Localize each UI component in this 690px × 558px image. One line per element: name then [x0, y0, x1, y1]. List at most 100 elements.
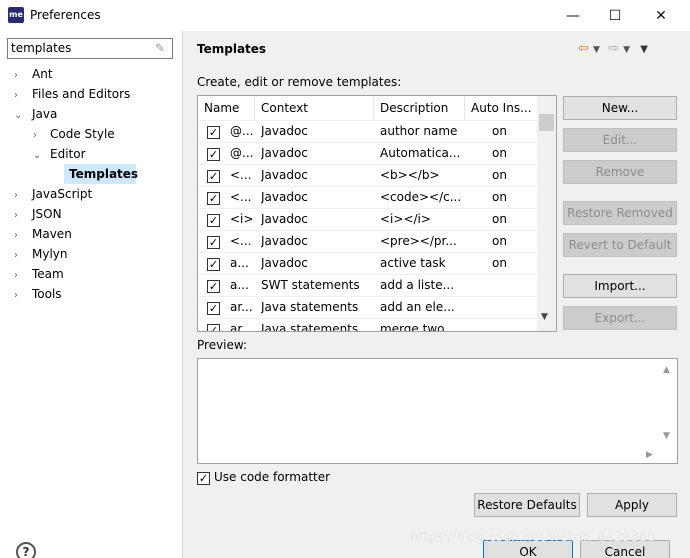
table-scrollbar[interactable]	[537, 96, 556, 331]
cell-context: Javadoc	[261, 212, 308, 226]
maximize-button[interactable]: ☐	[592, 0, 638, 31]
filter-input[interactable]: templates	[7, 38, 173, 59]
help-icon[interactable]: ?	[16, 542, 36, 558]
column-header-context[interactable]: Context	[255, 96, 374, 120]
minimize-button[interactable]: —	[550, 0, 596, 31]
templates-table[interactable]: Name Context Description Auto Ins... ✓ @.…	[197, 95, 557, 332]
tree-item-label: Editor	[50, 147, 86, 161]
tree-item-label: Templates	[69, 167, 139, 181]
cell-description: author name	[380, 124, 458, 138]
tree-item-files-and-editors[interactable]: › Files and Editors	[14, 84, 130, 104]
cell-name: a...	[230, 256, 249, 270]
tree-item-java[interactable]: ⌄ Java	[14, 104, 57, 124]
table-row[interactable]: ✓ <... Javadoc <b></b> on	[198, 164, 538, 186]
app-icon: me	[8, 7, 24, 23]
tree-item-code-style[interactable]: › Code Style	[33, 124, 115, 144]
use-code-formatter-checkbox[interactable]: ✓	[197, 472, 210, 485]
chevron-down-icon[interactable]: ▼	[623, 45, 630, 55]
row-checkbox[interactable]: ✓	[207, 302, 220, 315]
cell-context: Javadoc	[261, 168, 308, 182]
export-button[interactable]: Export...	[563, 306, 677, 330]
cell-auto-insert: on	[492, 256, 507, 270]
row-checkbox[interactable]: ✓	[207, 280, 220, 293]
chevron-down-icon[interactable]: ⌄	[14, 106, 26, 126]
chevron-right-icon[interactable]: ›	[14, 266, 26, 286]
forward-arrow-icon[interactable]: ⇨	[608, 41, 619, 56]
chevron-right-icon[interactable]: ›	[14, 246, 26, 266]
tree-item-json[interactable]: › JSON	[14, 204, 62, 224]
row-checkbox[interactable]: ✓	[207, 324, 220, 331]
chevron-right-icon[interactable]: ›	[33, 126, 45, 146]
clear-filter-icon[interactable]: ✎	[155, 41, 169, 55]
chevron-down-icon[interactable]: ▼	[593, 45, 600, 55]
table-row[interactable]: ✓ a... Javadoc active task on	[198, 252, 538, 274]
table-row[interactable]: ✓ @... Javadoc Automatica... on	[198, 142, 538, 164]
row-checkbox[interactable]: ✓	[207, 258, 220, 271]
cell-auto-insert: on	[492, 168, 507, 182]
tree-item-mylyn[interactable]: › Mylyn	[14, 244, 68, 264]
tree-item-javascript[interactable]: › JavaScript	[14, 184, 92, 204]
cell-name: ar...	[230, 322, 253, 332]
cell-description: Automatica...	[380, 146, 461, 160]
row-checkbox[interactable]: ✓	[207, 148, 220, 161]
restore-removed-button[interactable]: Restore Removed	[563, 201, 677, 225]
cell-context: Javadoc	[261, 124, 308, 138]
chevron-right-icon[interactable]: ›	[14, 286, 26, 306]
import-button[interactable]: Import...	[563, 274, 677, 298]
revert-to-default-button[interactable]: Revert to Default	[563, 233, 677, 257]
cell-context: Javadoc	[261, 256, 308, 270]
row-checkbox[interactable]: ✓	[207, 192, 220, 205]
table-row[interactable]: ✓ <i> Javadoc <i></i> on	[198, 208, 538, 230]
restore-defaults-button[interactable]: Restore Defaults	[474, 493, 580, 517]
chevron-right-icon[interactable]: ›	[14, 206, 26, 226]
scroll-down-icon[interactable]: ▼	[663, 431, 670, 441]
cell-name: <i>	[230, 212, 254, 226]
cell-context: Javadoc	[261, 234, 308, 248]
tree-item-label: Mylyn	[32, 247, 68, 261]
scroll-down-icon[interactable]: ▼	[541, 312, 548, 322]
tree-item-label: Team	[32, 267, 64, 281]
cell-description: <b></b>	[380, 168, 440, 182]
scroll-up-icon[interactable]: ▲	[663, 365, 670, 375]
cell-name: @...	[230, 146, 254, 160]
column-header-auto-insert[interactable]: Auto Ins...	[465, 96, 538, 120]
view-menu-icon[interactable]: ▼	[640, 44, 648, 55]
table-row[interactable]: ✓ ar... Java statements add an ele...	[198, 296, 538, 318]
tree-item-editor[interactable]: ⌄ Editor	[33, 144, 86, 164]
cell-context: Javadoc	[261, 190, 308, 204]
chevron-right-icon[interactable]: ›	[14, 226, 26, 246]
table-row[interactable]: ✓ <... Javadoc <code></c... on	[198, 186, 538, 208]
back-arrow-icon[interactable]: ⇦	[578, 41, 589, 56]
preview-area[interactable]	[197, 358, 678, 464]
tree-item-maven[interactable]: › Maven	[14, 224, 72, 244]
watermark: https://blog.csdn.net/weixin_4429880	[410, 530, 656, 545]
chevron-right-icon[interactable]: ›	[14, 66, 26, 86]
tree-item-ant[interactable]: › Ant	[14, 64, 53, 84]
table-row[interactable]: ✓ @... Javadoc author name on	[198, 120, 538, 142]
column-header-description[interactable]: Description	[374, 96, 465, 120]
chevron-right-icon[interactable]: ›	[14, 186, 26, 206]
cell-context: SWT statements	[261, 278, 360, 292]
cell-auto-insert: on	[492, 234, 507, 248]
edit-button[interactable]: Edit...	[563, 128, 677, 152]
table-row[interactable]: ✓ ar... Java statements merge two...	[198, 318, 538, 332]
apply-button[interactable]: Apply	[587, 493, 677, 517]
table-row[interactable]: ✓ <... Javadoc <pre></pr... on	[198, 230, 538, 252]
column-header-name[interactable]: Name	[198, 96, 255, 120]
table-row[interactable]: ✓ a... SWT statements add a liste...	[198, 274, 538, 296]
row-checkbox[interactable]: ✓	[207, 214, 220, 227]
scrollbar-thumb[interactable]	[539, 114, 554, 131]
cell-name: <...	[230, 190, 252, 204]
chevron-right-icon[interactable]: ›	[14, 86, 26, 106]
close-button[interactable]: ✕	[638, 0, 684, 31]
tree-item-templates[interactable]: Templates	[69, 164, 138, 184]
row-checkbox[interactable]: ✓	[207, 126, 220, 139]
scroll-right-icon[interactable]: ▶	[646, 450, 653, 460]
remove-button[interactable]: Remove	[563, 160, 677, 184]
new-button[interactable]: New...	[563, 96, 677, 120]
tree-item-team[interactable]: › Team	[14, 264, 64, 284]
tree-item-tools[interactable]: › Tools	[14, 284, 62, 304]
chevron-down-icon[interactable]: ⌄	[33, 146, 45, 166]
row-checkbox[interactable]: ✓	[207, 236, 220, 249]
row-checkbox[interactable]: ✓	[207, 170, 220, 183]
